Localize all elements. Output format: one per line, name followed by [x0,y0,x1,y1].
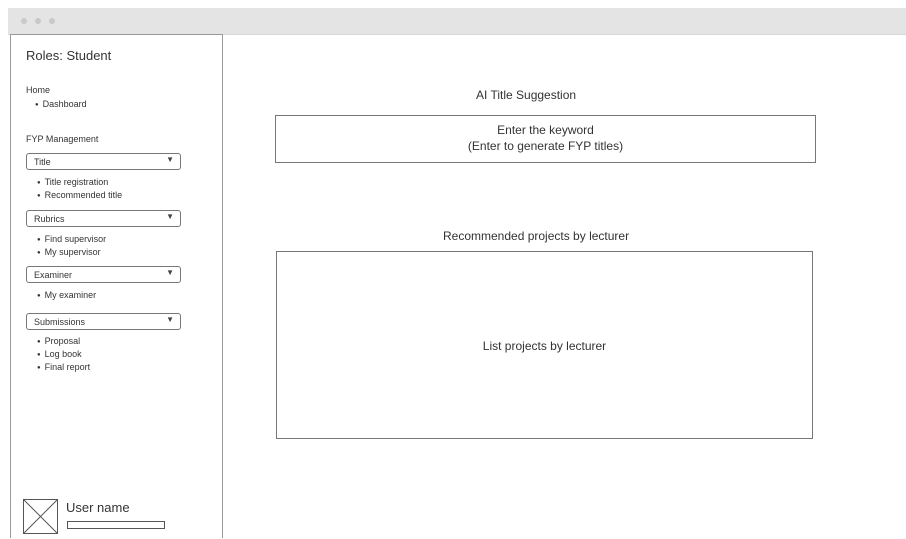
examiner-dropdown[interactable]: Examiner ▼ [26,266,181,283]
submissions-dropdown[interactable]: Submissions ▼ [26,313,181,330]
sidebar-item-my-examiner[interactable]: My examiner [37,289,97,302]
page-title: AI Title Suggestion [476,88,577,102]
sidebar-item-my-supervisor[interactable]: My supervisor [37,246,106,259]
user-name: User name [66,500,130,515]
examiner-dropdown-label: Examiner [34,270,73,280]
chevron-down-icon: ▼ [166,155,174,164]
chevron-down-icon: ▼ [166,268,174,277]
title-dropdown-label: Title [34,157,51,167]
sidebar-item-find-supervisor[interactable]: Find supervisor [37,233,107,246]
title-list: Title registration Recommended title [37,176,123,202]
window-close-dot[interactable] [21,18,27,24]
sidebar-item-title-registration[interactable]: Title registration [37,176,122,189]
rubrics-list: Find supervisor My supervisor [37,233,107,259]
chevron-down-icon: ▼ [166,315,174,324]
window-minimize-dot[interactable] [35,18,41,24]
sidebar-item-dashboard[interactable]: Dashboard [35,98,87,111]
keyword-input-prompt: Enter the keyword [497,123,594,137]
chevron-down-icon: ▼ [166,212,174,221]
image-placeholder-icon [23,499,58,534]
role-label: Roles: Student [26,48,112,63]
rubrics-dropdown-label: Rubrics [34,214,65,224]
recommended-projects-placeholder: List projects by lecturer [482,339,607,353]
home-list: Dashboard [35,98,87,111]
keyword-input[interactable]: Enter the keyword (Enter to generate FYP… [275,115,816,163]
sidebar-item-log-book[interactable]: Log book [37,348,90,361]
submissions-list: Proposal Log book Final report [37,335,91,374]
fyp-management-heading: FYP Management [26,134,99,144]
rubrics-dropdown[interactable]: Rubrics ▼ [26,210,181,227]
window-maximize-dot[interactable] [49,18,55,24]
avatar[interactable] [23,499,58,534]
sidebar-item-proposal[interactable]: Proposal [37,335,90,348]
recommended-projects-list[interactable]: List projects by lecturer [276,251,813,439]
title-dropdown[interactable]: Title ▼ [26,153,181,170]
sidebar: Roles: Student Home Dashboard FYP Manage… [10,34,223,538]
examiner-list: My examiner [37,289,97,302]
sidebar-item-recommended-title[interactable]: Recommended title [37,189,123,202]
keyword-input-hint: (Enter to generate FYP titles) [467,139,624,153]
recommended-projects-heading: Recommended projects by lecturer [443,229,630,243]
window-titlebar [8,8,906,35]
submissions-dropdown-label: Submissions [34,317,86,327]
sidebar-item-final-report[interactable]: Final report [37,361,91,374]
home-heading: Home [26,85,51,95]
user-status-bar [67,521,165,529]
